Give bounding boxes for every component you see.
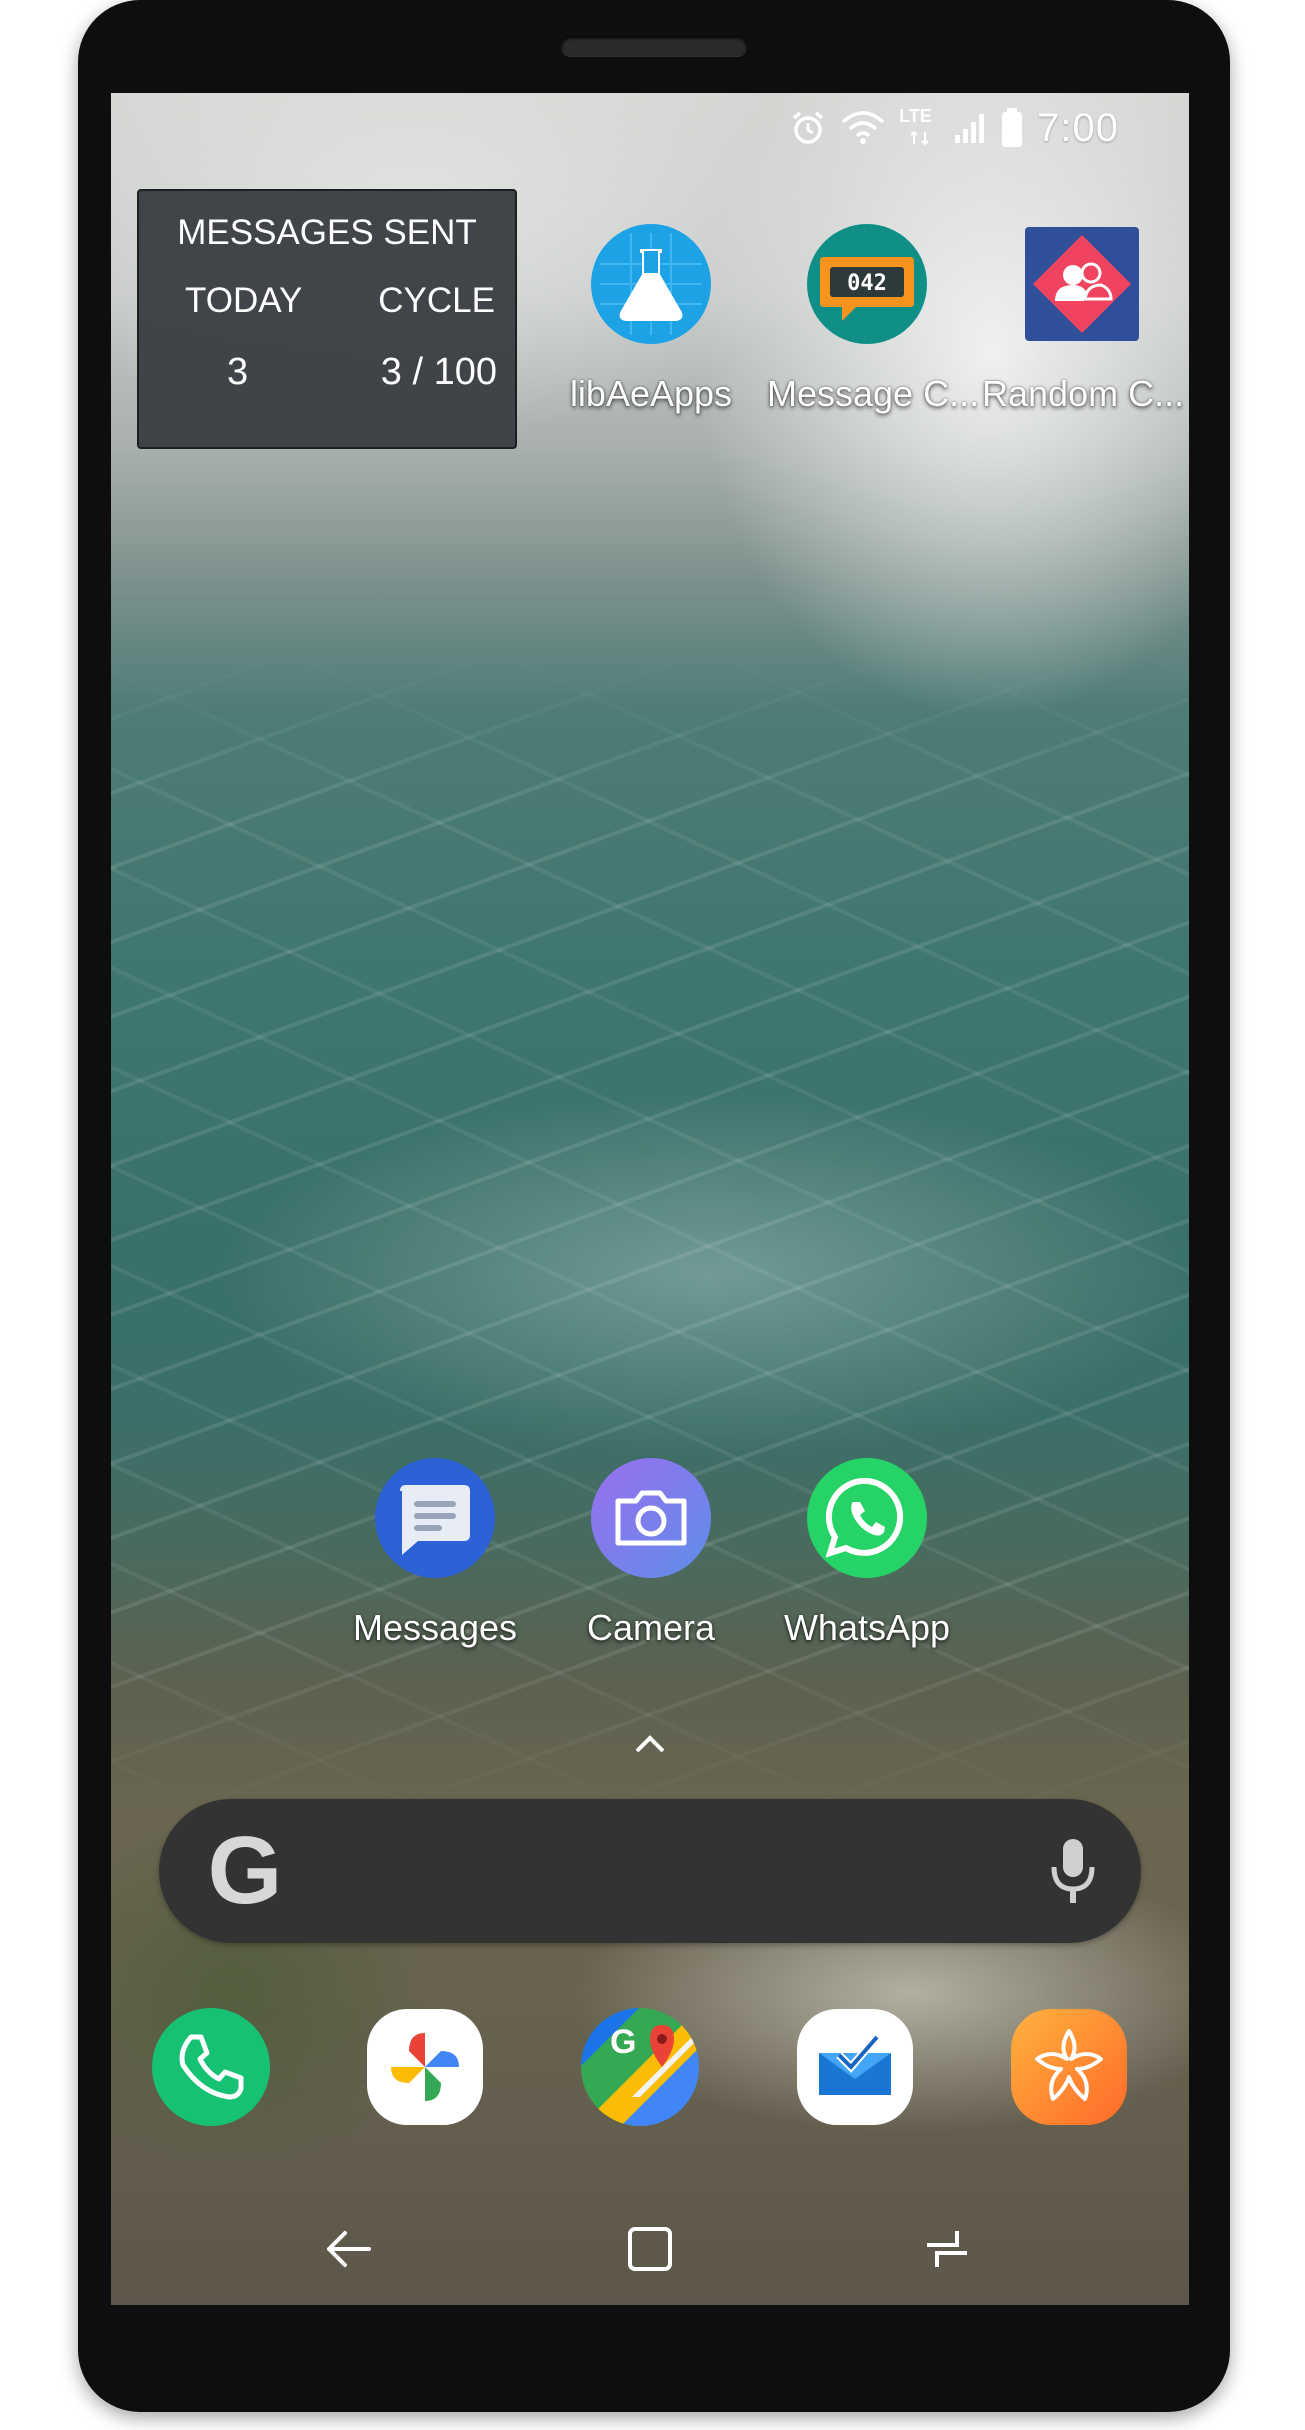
svg-text:G: G [610, 2023, 636, 2061]
battery-icon [1002, 108, 1023, 147]
app-label: libAeApps [569, 373, 733, 414]
random-contact-icon [1021, 223, 1143, 345]
app-random-contact[interactable]: Random C... [982, 223, 1185, 415]
app-drawer-chevron-icon[interactable] [633, 1727, 667, 1761]
app-message-counter[interactable]: 042 Message C... [767, 223, 980, 415]
app-camera[interactable]: Camera [551, 1457, 751, 1649]
photos-icon [365, 2007, 485, 2127]
recents-icon[interactable] [921, 2223, 973, 2275]
dock-inbox[interactable] [755, 2007, 955, 2127]
dock-phone[interactable] [111, 2007, 311, 2127]
back-icon[interactable] [323, 2223, 375, 2275]
dock-maps[interactable]: G [540, 2007, 740, 2127]
inbox-icon [795, 2007, 915, 2127]
mic-icon[interactable] [1049, 1837, 1097, 1907]
messages-icon [374, 1457, 496, 1579]
home-screen: LTE 7:00 MESSAGES SENT TODAY CYCLE 3 3 /… [111, 93, 1189, 2305]
network-label: LTE [899, 106, 932, 126]
dock-galaxy-apps[interactable] [969, 2007, 1169, 2127]
widget-title: MESSAGES SENT [177, 213, 477, 252]
whatsapp-icon [806, 1457, 928, 1579]
widget-today-value: 3 [227, 351, 249, 393]
earpiece-speaker [561, 36, 747, 56]
home-icon[interactable] [624, 2223, 676, 2275]
navigation-bar [111, 2193, 1189, 2305]
messages-sent-widget[interactable]: MESSAGES SENT TODAY CYCLE 3 3 / 100 [137, 189, 517, 449]
app-libaeapps[interactable]: libAeApps [551, 223, 751, 415]
camera-icon [590, 1457, 712, 1579]
app-label: Camera [586, 1607, 716, 1648]
app-label: WhatsApp [783, 1607, 951, 1648]
status-bar: LTE 7:00 [789, 103, 1119, 153]
phone-icon [151, 2007, 271, 2127]
google-search-bar[interactable]: G [159, 1799, 1141, 1943]
wifi-icon [841, 111, 885, 144]
lte-indicator: LTE [899, 106, 939, 150]
phone-frame: LTE 7:00 MESSAGES SENT TODAY CYCLE 3 3 /… [78, 0, 1230, 2412]
app-label: Message C... [767, 373, 980, 414]
clock: 7:00 [1037, 105, 1119, 150]
signal-icon [955, 114, 985, 143]
alarm-icon [793, 111, 824, 144]
app-whatsapp[interactable]: WhatsApp [767, 1457, 967, 1649]
dock-photos[interactable] [325, 2007, 525, 2127]
data-arrows-icon [910, 130, 929, 146]
widget-today-label: TODAY [185, 281, 303, 320]
app-messages[interactable]: Messages [335, 1457, 535, 1649]
app-label: Random C... [982, 373, 1185, 414]
maps-icon: G [580, 2007, 700, 2127]
google-icon: G [195, 1817, 295, 1925]
counter-digits: 042 [847, 271, 887, 296]
google-logo-letter: G [207, 1817, 283, 1924]
widget-cycle-value: 3 / 100 [380, 351, 497, 393]
widget-cycle-label: CYCLE [378, 281, 495, 320]
app-label: Messages [352, 1607, 518, 1648]
flask-icon [590, 223, 712, 345]
counter-icon: 042 [806, 223, 928, 345]
galaxy-icon [1009, 2007, 1129, 2127]
